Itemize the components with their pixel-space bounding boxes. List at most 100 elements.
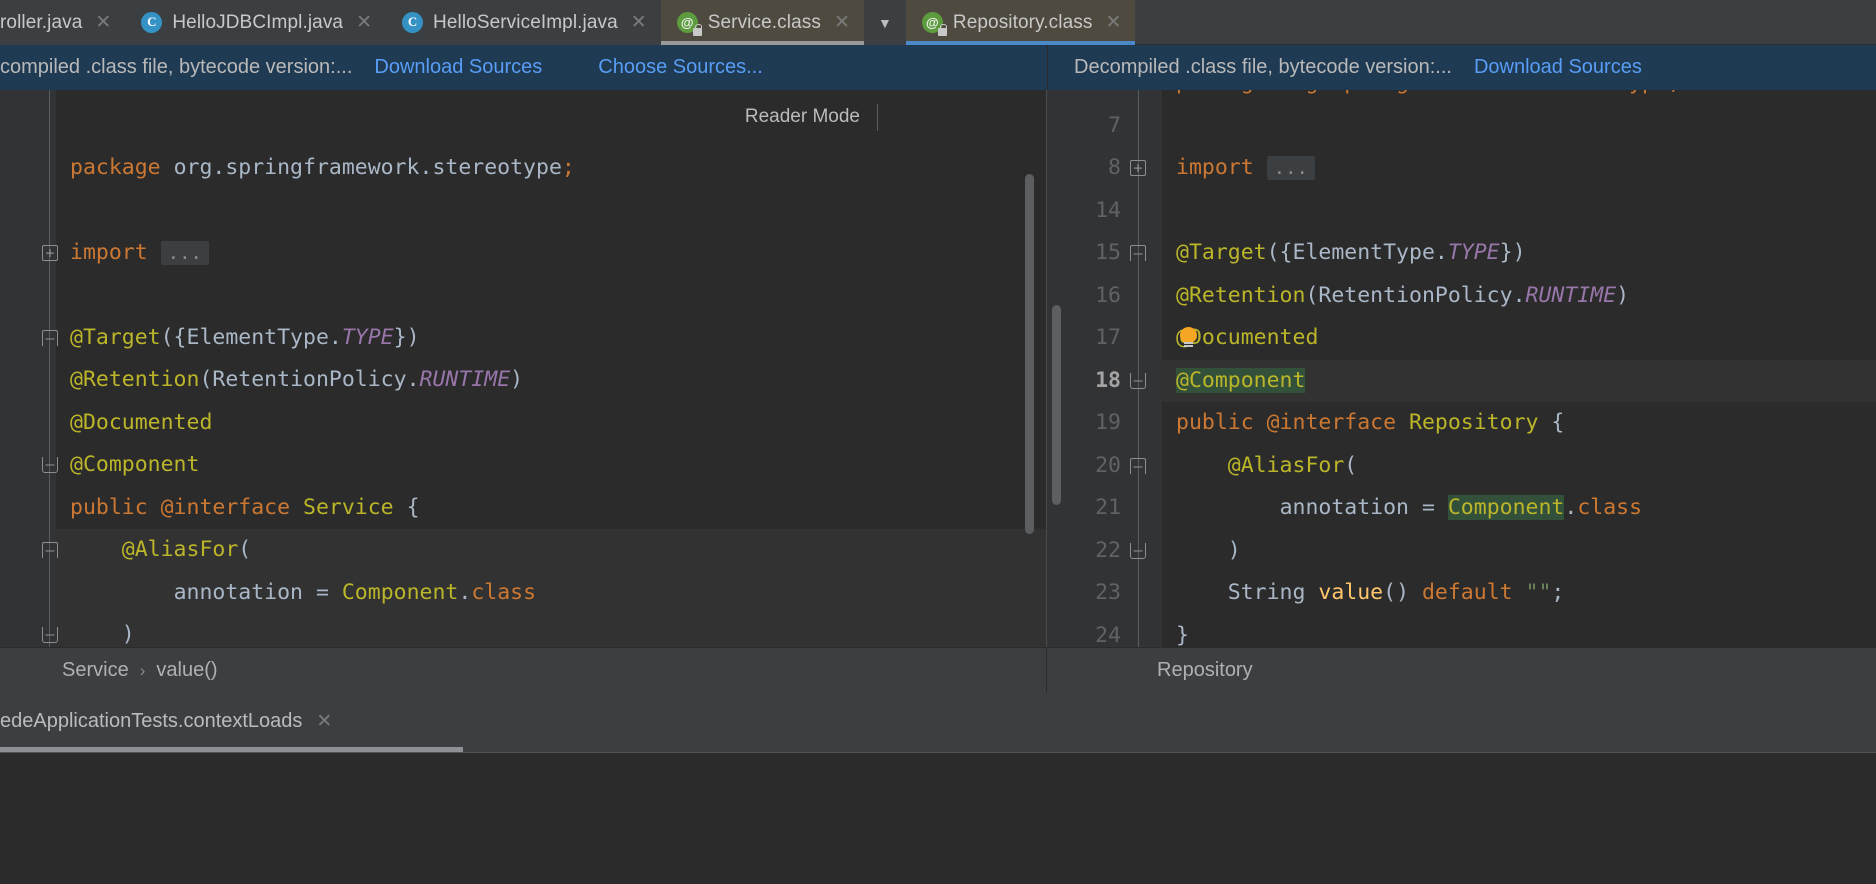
code-content-right[interactable]: package org.springframework.stereotype; +…	[1130, 90, 1876, 648]
notification-message: Decompiled .class file, bytecode version…	[1074, 56, 1452, 78]
run-tab-label: edeApplicationTests.contextLoads	[0, 709, 303, 732]
java-annotation-icon: @	[921, 11, 947, 36]
idea-editor-window: roller.java ✕ C HelloJDBCImpl.java ✕ C H…	[0, 0, 1876, 884]
code-line[interactable]: String value() default "";	[1162, 572, 1876, 615]
close-icon[interactable]: ✕	[316, 710, 332, 733]
line-number: 15	[1095, 240, 1121, 265]
code-line[interactable]: – @Component	[42, 444, 1046, 487]
code-line[interactable]: public @interface Service {	[56, 487, 1046, 530]
breadcrumb-right: Repository	[1047, 648, 1876, 693]
editor-scrollbar-left[interactable]	[1025, 174, 1034, 534]
code-line[interactable]	[56, 104, 1046, 147]
editor-gutter-left[interactable]	[0, 90, 56, 647]
notification-bar-left: compiled .class file, bytecode version:.…	[0, 45, 1047, 90]
tab-label: HelloJDBCImpl.java	[172, 11, 344, 33]
code-line[interactable]	[1162, 105, 1876, 148]
tab-service-class[interactable]: @ Service.class ✕	[660, 0, 865, 45]
code-line[interactable]: }	[1162, 615, 1876, 648]
code-fold-toggle[interactable]: –	[1130, 245, 1146, 261]
code-line[interactable]	[56, 274, 1046, 317]
tab-label: Service.class	[707, 11, 821, 33]
line-number	[1047, 90, 1127, 105]
java-annotation-icon: @	[676, 11, 702, 36]
code-line[interactable]: – @Component	[1130, 359, 1876, 402]
code-line[interactable]: @Documented	[56, 402, 1046, 445]
breadcrumb-left: Service › value()	[0, 648, 1047, 693]
tab-roller-java[interactable]: roller.java ✕	[0, 0, 126, 45]
code-line[interactable]: – )	[42, 614, 1046, 647]
fold-rail	[49, 90, 50, 647]
code-line[interactable]: @Retention(RetentionPolicy.RUNTIME)	[56, 359, 1046, 402]
close-icon[interactable]: ✕	[95, 13, 111, 32]
close-icon[interactable]: ✕	[356, 13, 372, 32]
code-line[interactable]: @Documented	[1162, 317, 1876, 360]
code-fold-toggle[interactable]: +	[42, 244, 58, 261]
tab-repository-class[interactable]: @ Repository.class ✕	[905, 0, 1136, 45]
code-fold-toggle[interactable]: –	[42, 457, 58, 473]
notification-bar-right: Decompiled .class file, bytecode version…	[1047, 45, 1876, 90]
breadcrumb-item-method[interactable]: value()	[156, 659, 217, 682]
code-line[interactable]: + import ...	[42, 232, 1046, 275]
editor-pane-service[interactable]: Reader Mode package org.springframework.…	[0, 90, 1047, 647]
code-line[interactable]: – @Target({ElementType.TYPE})	[42, 317, 1046, 360]
run-configuration-tab[interactable]: edeApplicationTests.contextLoads ✕	[0, 692, 349, 750]
run-output-area	[0, 753, 1876, 884]
tab-list-dropdown-button[interactable]: ▼	[863, 0, 906, 45]
code-line[interactable]: package org.springframework.stereotype;	[1162, 90, 1876, 105]
tab-helloserviceimpl-java[interactable]: C HelloServiceImpl.java ✕	[386, 0, 661, 45]
editor-scrollbar-right[interactable]	[1052, 305, 1061, 505]
code-line[interactable]: – @AliasFor(	[42, 529, 1046, 572]
breadcrumb-item-class[interactable]: Repository	[1157, 659, 1253, 682]
choose-sources-link-left[interactable]: Choose Sources...	[598, 56, 763, 79]
breadcrumb-bar: Service › value() Repository	[0, 647, 1876, 693]
code-line[interactable]: annotation = Component.class	[56, 571, 1046, 614]
code-fold-toggle[interactable]: –	[42, 329, 58, 346]
line-number: 22	[1095, 537, 1121, 563]
java-class-icon: C	[141, 11, 163, 34]
code-fold-toggle[interactable]: –	[42, 542, 58, 558]
code-line[interactable]	[56, 189, 1046, 232]
tab-hellojdbcimpl-java[interactable]: C HelloJDBCImpl.java ✕	[125, 0, 387, 45]
download-sources-link-left[interactable]: Download Sources	[374, 56, 542, 79]
code-content-left[interactable]: package org.springframework.stereotype; +…	[42, 104, 1046, 647]
line-number: 23	[1095, 580, 1121, 605]
close-icon[interactable]: ✕	[631, 13, 647, 32]
code-fold-toggle[interactable]: –	[1130, 542, 1146, 559]
breadcrumb-item-class[interactable]: Service	[62, 659, 129, 682]
line-number: 7	[1108, 112, 1121, 138]
editor-split-area: Reader Mode package org.springframework.…	[0, 90, 1876, 647]
lock-icon	[692, 23, 702, 36]
editor-pane-repository[interactable]: 78141516171819202122232425 package org.s…	[1047, 90, 1876, 647]
code-fold-toggle[interactable]: –	[1130, 372, 1146, 389]
code-line[interactable]: @Retention(RetentionPolicy.RUNTIME)	[1162, 275, 1876, 318]
notification-message: compiled .class file, bytecode version:.…	[0, 56, 353, 78]
close-icon[interactable]: ✕	[834, 13, 850, 32]
tab-label: HelloServiceImpl.java	[433, 11, 618, 33]
code-line[interactable]: + import ...	[1130, 147, 1876, 190]
line-number: 8	[1108, 155, 1121, 180]
line-number: 14	[1095, 197, 1121, 223]
code-line[interactable]	[1162, 190, 1876, 233]
close-icon[interactable]: ✕	[1105, 13, 1121, 32]
lock-icon	[937, 23, 947, 36]
download-sources-link-right[interactable]: Download Sources	[1474, 56, 1642, 79]
code-line[interactable]: package org.springframework.stereotype;	[56, 147, 1046, 190]
line-number: 24	[1095, 622, 1121, 648]
editor-tab-bar: roller.java ✕ C HelloJDBCImpl.java ✕ C H…	[0, 0, 1876, 45]
notification-bars: compiled .class file, bytecode version:.…	[0, 45, 1876, 90]
tab-label: roller.java	[0, 11, 83, 33]
code-line[interactable]: public @interface Repository {	[1162, 402, 1876, 445]
code-fold-toggle[interactable]: +	[1130, 160, 1146, 176]
bottom-tool-window: edeApplicationTests.contextLoads ✕	[0, 692, 1876, 884]
code-fold-toggle[interactable]: –	[1130, 457, 1146, 474]
code-fold-toggle[interactable]: –	[42, 627, 58, 643]
code-line[interactable]: annotation = Component.class	[1162, 487, 1876, 530]
tab-label: Repository.class	[952, 11, 1093, 33]
java-class-icon: C	[402, 11, 424, 34]
code-line[interactable]: – )	[1130, 530, 1876, 573]
breadcrumb-separator-icon: ›	[139, 660, 146, 680]
intention-lightbulb-icon[interactable]	[1180, 327, 1199, 349]
code-line[interactable]: – @AliasFor(	[1130, 445, 1876, 488]
chevron-down-icon: ▼	[877, 14, 892, 31]
code-line[interactable]: – @Target({ElementType.TYPE})	[1130, 232, 1876, 275]
